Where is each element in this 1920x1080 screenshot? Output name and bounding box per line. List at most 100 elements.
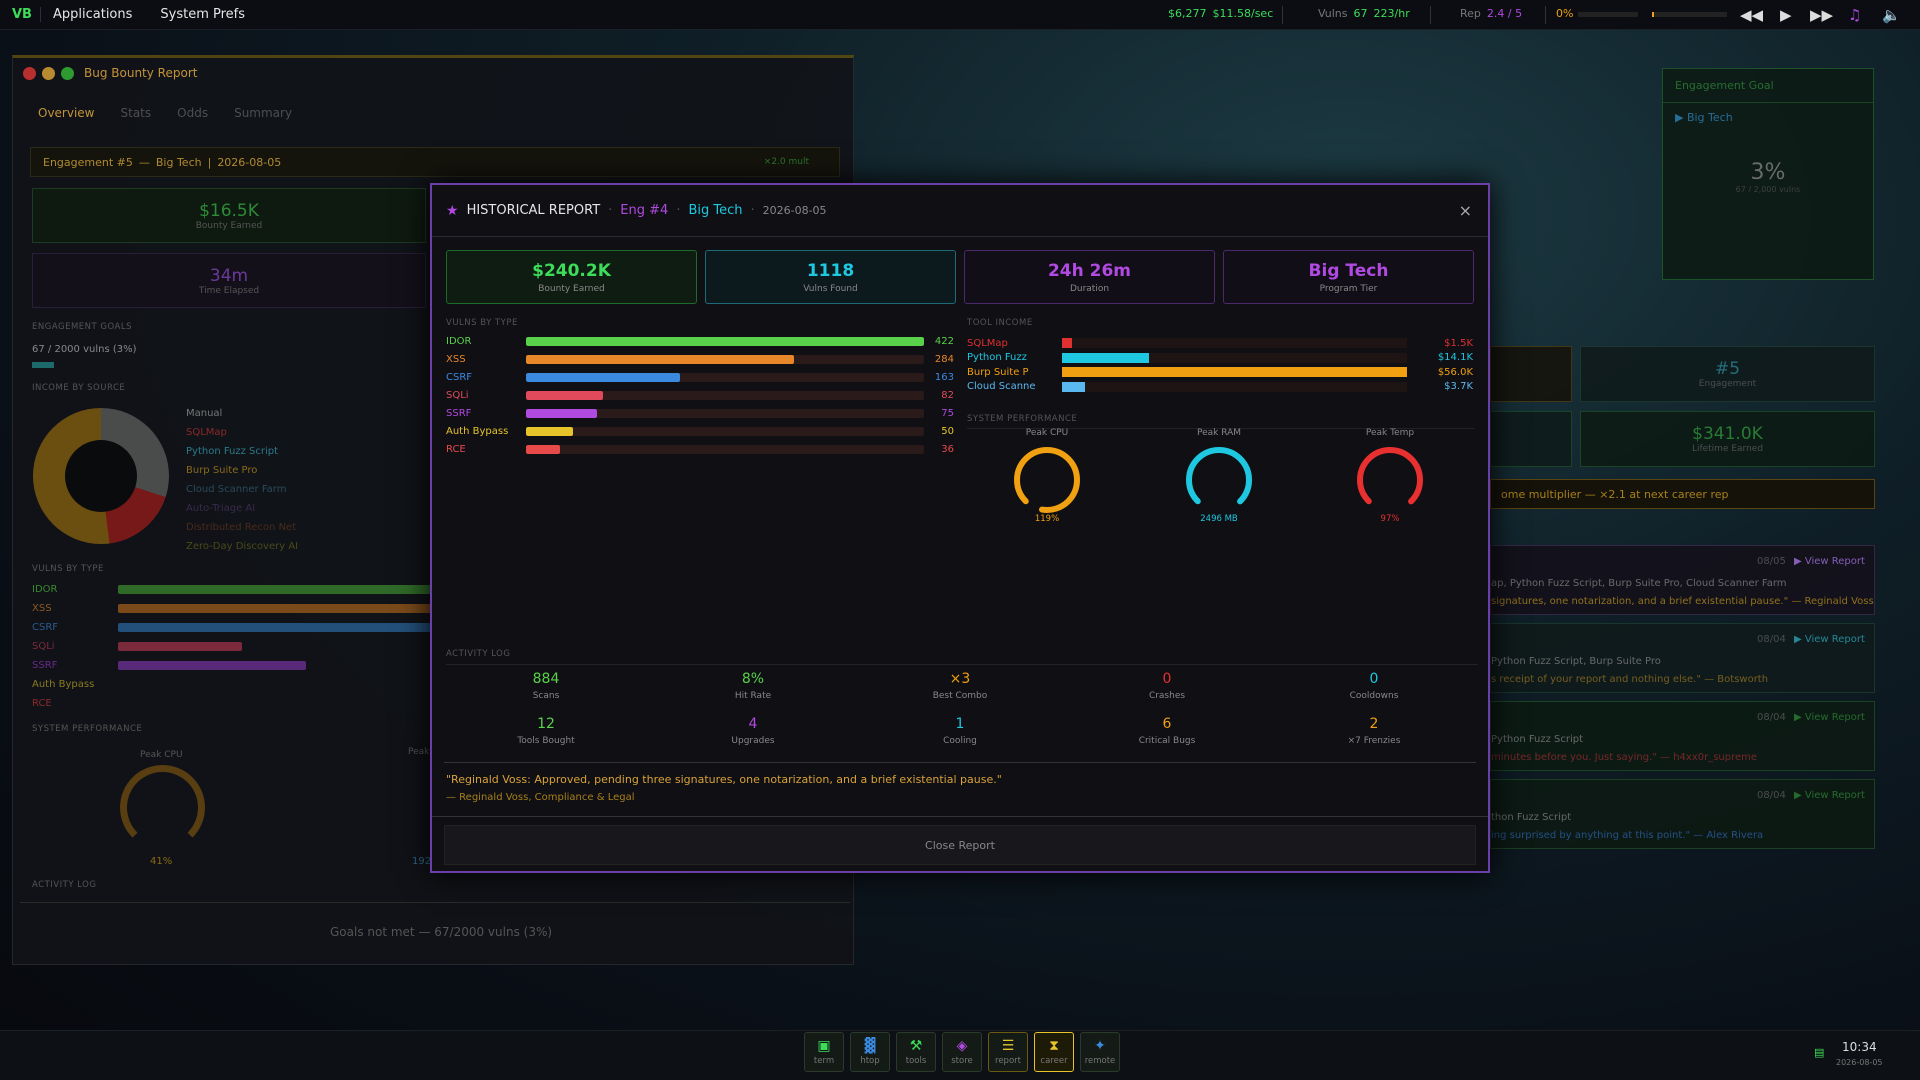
vuln-name: SSRF	[446, 407, 472, 419]
vuln-name: RCE	[446, 443, 466, 455]
modal-eng: Eng #4	[620, 203, 669, 218]
gauge-arc	[1014, 447, 1080, 513]
vuln-row: SQLi 82	[446, 386, 966, 404]
tool-name: Python Fuzz	[967, 352, 1027, 363]
taskbar-term-button[interactable]: ▣ term	[804, 1032, 844, 1072]
app-logo[interactable]: VB	[0, 7, 41, 22]
lifetime-card: $341.0K Lifetime Earned	[1580, 411, 1875, 467]
menu-applications[interactable]: Applications	[53, 7, 132, 22]
tab-summary[interactable]: Summary	[234, 106, 292, 120]
time-box: 34m Time Elapsed	[32, 253, 426, 308]
bounty-value: $240.2K	[532, 260, 611, 281]
taskbar-store-button[interactable]: ◈ store	[942, 1032, 982, 1072]
window-titlebar: Bug Bounty Report	[13, 58, 853, 88]
tab-stats[interactable]: Stats	[121, 106, 152, 120]
gauge: Peak Temp 97%	[1330, 428, 1450, 524]
modal-target: Big Tech	[688, 203, 743, 218]
menu-system-prefs[interactable]: System Prefs	[160, 7, 245, 22]
speaker-icon[interactable]: 🔈	[1882, 6, 1901, 24]
vuln-count: 82	[941, 389, 954, 401]
taskbar-report-button[interactable]: ☰ report	[988, 1032, 1028, 1072]
stat-value: 6	[1162, 716, 1172, 732]
divider	[20, 902, 850, 903]
report-quote: ing surprised by anything at this point.…	[1491, 830, 1764, 841]
divider	[1545, 6, 1546, 24]
stat-item: 0 Crashes	[1067, 671, 1267, 701]
taskbar-career-button[interactable]: ⧗ career	[1034, 1032, 1074, 1072]
stat-item: 884 Scans	[446, 671, 646, 701]
view-report-link[interactable]: ▶ View Report	[1794, 556, 1865, 567]
engagement-target: Big Tech	[155, 155, 202, 169]
taskbar-label: report	[995, 1056, 1021, 1066]
stat-value: 12	[537, 716, 555, 732]
close-dot[interactable]	[23, 66, 36, 80]
maximize-dot[interactable]	[61, 66, 74, 80]
view-report-link[interactable]: ▶ View Report	[1794, 634, 1865, 645]
legend-item: Python Fuzz Script	[186, 446, 279, 457]
taskbar-remote-button[interactable]: ✦ remote	[1080, 1032, 1120, 1072]
tool-track	[1062, 352, 1407, 363]
vuln-bar	[526, 354, 794, 364]
stat-label: Upgrades	[731, 736, 775, 746]
network-icon[interactable]: ▤	[1814, 1046, 1824, 1059]
stat-value: 884	[532, 671, 560, 687]
goal-target[interactable]: ▶ Big Tech	[1663, 111, 1873, 124]
window-tabs: Overview Stats Odds Summary	[13, 88, 853, 120]
stat-label: Crashes	[1148, 691, 1186, 701]
taskbar-label: tools	[905, 1056, 927, 1066]
report-quote: minutes before you. Just saying." — h4xx…	[1491, 752, 1758, 763]
stat-item: 6 Critical Bugs	[1067, 716, 1267, 746]
window-title: Bug Bounty Report	[84, 66, 198, 80]
report-date: 08/04	[1757, 712, 1786, 723]
tab-odds[interactable]: Odds	[177, 106, 208, 120]
rep-value: 2.4 / 5	[1486, 7, 1523, 20]
time-label: Time Elapsed	[198, 285, 260, 296]
taskbar-label: htop	[860, 1056, 880, 1066]
legend-item: Zero-Day Discovery AI	[186, 541, 299, 552]
vuln-row: XSS 284	[446, 350, 966, 368]
vuln-name: Auth Bypass	[446, 425, 509, 437]
goal-title: Engagement Goal	[1663, 69, 1873, 103]
tab-overview[interactable]: Overview	[38, 106, 95, 120]
view-report-link[interactable]: ▶ View Report	[1794, 790, 1865, 801]
stat-label: Tools Bought	[517, 736, 575, 746]
income-section-label: INCOME BY SOURCE	[32, 383, 126, 393]
engagement-count-card: #5 Engagement	[1580, 346, 1875, 402]
goals-text: 67 / 2000 vulns (3%)	[32, 344, 137, 355]
bg-ram-value: 192	[412, 856, 432, 867]
rewind-icon[interactable]: ◀◀	[1740, 6, 1763, 24]
bg-log-label: ACTIVITY LOG	[32, 880, 97, 890]
bg-vulns-list: IDOR XSS CSRF SQLi SSRF Auth Bypass RCE	[32, 580, 432, 713]
report-entry: 08/04 ▶ View Report Python Fuzz Script m…	[1490, 701, 1875, 771]
vuln-track	[526, 408, 924, 418]
play-icon[interactable]: ▶	[1780, 6, 1792, 24]
star-icon: ★	[446, 202, 459, 219]
bg-perf-label: SYSTEM PERFORMANCE	[32, 724, 143, 734]
bg-vuln-label: SSRF	[32, 660, 58, 671]
multiplier-banner: ome multiplier — ×2.1 at next career rep	[1490, 479, 1875, 509]
taskbar-htop-button[interactable]: ▓ htop	[850, 1032, 890, 1072]
goal-sub: 67 / 2,000 vulns	[1735, 185, 1801, 194]
gauge-dial	[1014, 447, 1080, 513]
vuln-row: CSRF 163	[446, 368, 966, 386]
close-report-button[interactable]: Close Report	[444, 825, 1476, 865]
duration-value: 24h 26m	[1047, 260, 1132, 281]
vuln-name: CSRF	[446, 371, 473, 383]
vuln-row: SSRF 75	[446, 404, 966, 422]
engagement-header: Engagement #5— Big Tech | 2026-08-05 ×2.0…	[30, 147, 840, 177]
taskbar-label: term	[813, 1056, 835, 1066]
stat-value: 4	[748, 716, 758, 732]
engagement-count-label: Engagement	[1698, 379, 1757, 389]
bg-vuln-label: Auth Bypass	[32, 679, 95, 690]
view-report-link[interactable]: ▶ View Report	[1794, 712, 1865, 723]
minimize-dot[interactable]	[42, 66, 55, 80]
tool-income: $1.5K	[1444, 337, 1473, 349]
top-bar: VB Applications System Prefs $6,277 $11.…	[0, 0, 1920, 30]
stat-value: ×3	[949, 671, 971, 687]
report-quote: "Reginald Voss: Approved, pending three …	[446, 773, 1002, 786]
taskbar-tools-button[interactable]: ⚒ tools	[896, 1032, 936, 1072]
music-icon[interactable]: ♫	[1848, 6, 1861, 24]
fast-forward-icon[interactable]: ▶▶	[1810, 6, 1833, 24]
bg-ram-label: Peak	[408, 747, 430, 757]
close-icon[interactable]: ×	[1459, 201, 1472, 220]
